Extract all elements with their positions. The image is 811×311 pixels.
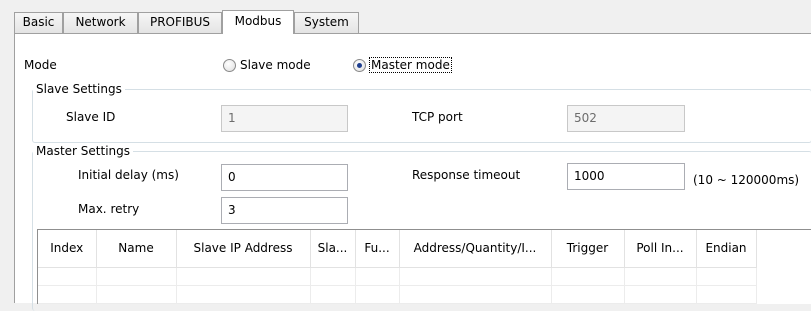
response-timeout-field[interactable]: 1000	[567, 163, 685, 190]
slave-settings-title: Slave Settings	[33, 82, 125, 96]
tab-basic[interactable]: Basic	[14, 12, 63, 33]
slave-id-label: Slave ID	[66, 110, 116, 124]
max-retry-field[interactable]: 3	[221, 197, 348, 224]
tcp-port-field: 502	[567, 105, 685, 132]
tab-modbus[interactable]: Modbus	[222, 10, 294, 34]
tab-system[interactable]: System	[294, 12, 359, 33]
table-row[interactable]	[38, 267, 757, 286]
column-header-function[interactable]: Fu...	[355, 230, 400, 268]
max-retry-label: Max. retry	[78, 202, 140, 216]
response-timeout-range: (10 ~ 120000ms)	[693, 173, 800, 187]
slave-mode-label[interactable]: Slave mode	[240, 58, 311, 72]
table-row[interactable]	[38, 285, 757, 304]
column-header-index[interactable]: Index	[38, 230, 97, 268]
initial-delay-field[interactable]: 0	[221, 164, 348, 191]
column-header-endian[interactable]: Endian	[696, 230, 757, 268]
master-mode-radio-circle[interactable]	[353, 58, 366, 72]
poll-table[interactable]: Index Name Slave IP Address Sla... Fu...…	[37, 229, 811, 304]
master-mode-label[interactable]: Master mode	[369, 57, 452, 73]
column-header-slave-ip[interactable]: Slave IP Address	[176, 230, 311, 268]
modbus-panel: Mode Slave mode Master mode Slave Settin…	[14, 33, 811, 311]
response-timeout-label: Response timeout	[412, 168, 521, 182]
slave-mode-radio-circle[interactable]	[223, 58, 236, 72]
column-header-poll-interval[interactable]: Poll In...	[624, 230, 697, 268]
column-header-name[interactable]: Name	[96, 230, 177, 268]
slave-mode-radio[interactable]: Slave mode	[223, 58, 311, 72]
master-mode-radio[interactable]: Master mode	[353, 57, 452, 73]
column-header-address[interactable]: Address/Quantity/I...	[399, 230, 552, 268]
initial-delay-label: Initial delay (ms)	[78, 168, 179, 182]
mode-label: Mode	[24, 58, 57, 72]
column-header-trigger[interactable]: Trigger	[551, 230, 625, 268]
column-header-slave-id[interactable]: Sla...	[310, 230, 356, 268]
master-settings-title: Master Settings	[33, 144, 134, 158]
tcp-port-label: TCP port	[412, 110, 463, 124]
tab-network[interactable]: Network	[63, 12, 138, 33]
slave-id-field: 1	[221, 105, 348, 132]
tab-profibus[interactable]: PROFIBUS	[138, 12, 222, 33]
